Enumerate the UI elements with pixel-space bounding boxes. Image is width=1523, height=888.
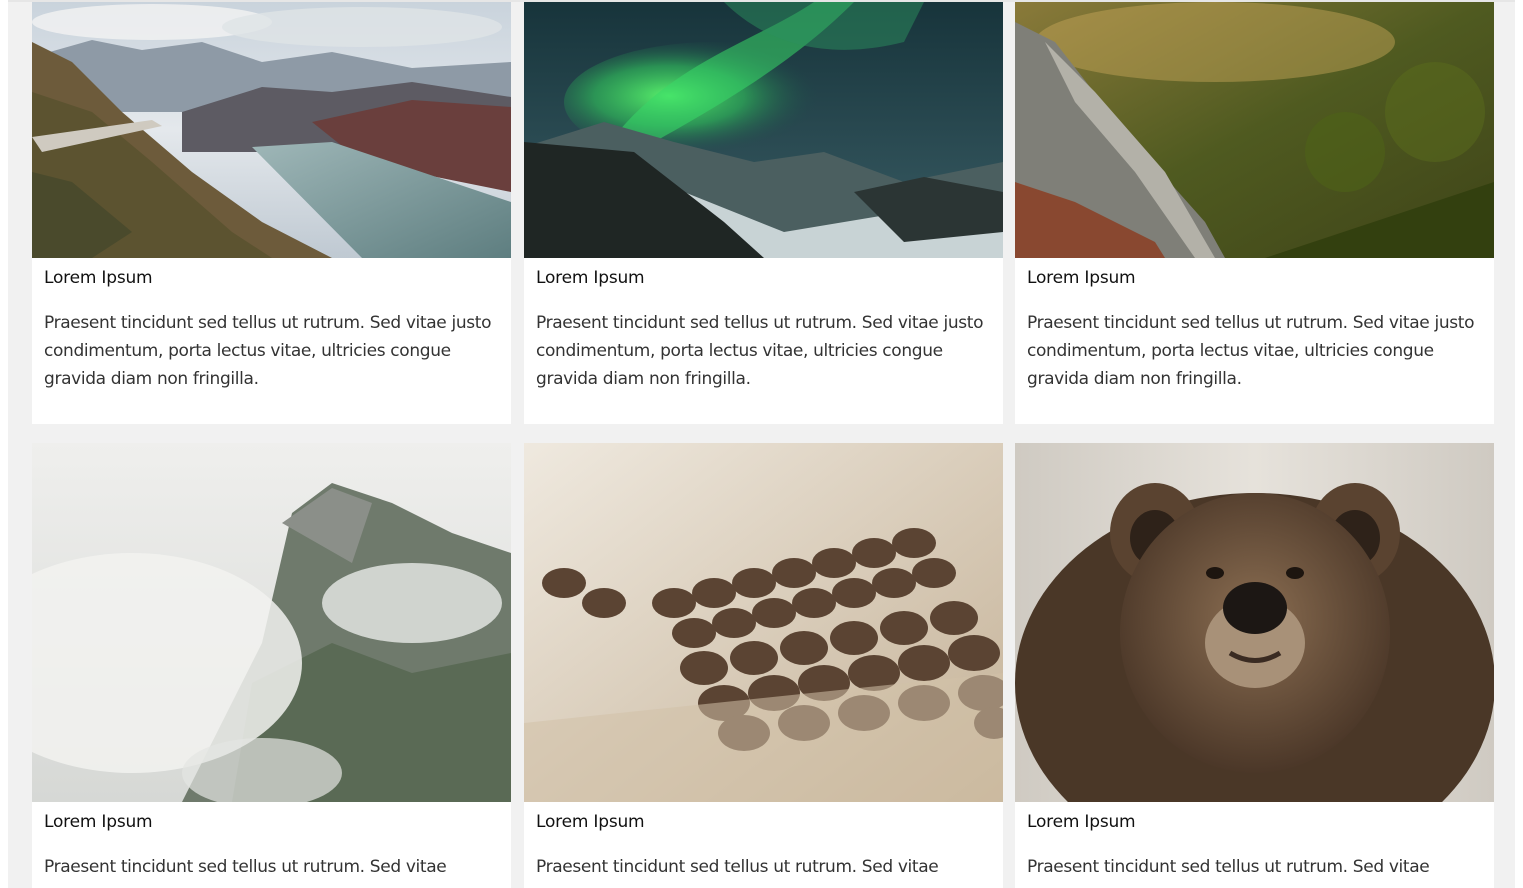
card-image-coffee-beans: [524, 443, 1003, 802]
card-image-brown-bear: [1015, 443, 1494, 802]
card-image-northern-lights: [524, 2, 1003, 258]
card-image-mountain-lake: [32, 2, 511, 258]
card[interactable]: Lorem Ipsum Praesent tincidunt sed tellu…: [32, 443, 511, 888]
left-gutter: [0, 0, 8, 888]
card-title: Lorem Ipsum: [1027, 812, 1136, 832]
card-title: Lorem Ipsum: [44, 812, 153, 832]
page: Lorem Ipsum Praesent tincidunt sed tellu…: [0, 0, 1523, 888]
card-grid: Lorem Ipsum Praesent tincidunt sed tellu…: [8, 2, 1515, 888]
card-title: Lorem Ipsum: [536, 268, 645, 288]
card-text: Praesent tincidunt sed tellus ut rutrum.…: [1027, 313, 1475, 389]
card-text: Praesent tincidunt sed tellus ut rutrum.…: [536, 857, 939, 877]
card-text: Praesent tincidunt sed tellus ut rutrum.…: [536, 313, 984, 389]
card-text: Praesent tincidunt sed tellus ut rutrum.…: [1027, 857, 1430, 877]
card-title: Lorem Ipsum: [536, 812, 645, 832]
card-text: Praesent tincidunt sed tellus ut rutrum.…: [44, 857, 447, 877]
card[interactable]: Lorem Ipsum Praesent tincidunt sed tellu…: [1015, 2, 1494, 424]
card[interactable]: Lorem Ipsum Praesent tincidunt sed tellu…: [524, 443, 1003, 888]
card-title: Lorem Ipsum: [44, 268, 153, 288]
scrollbar-track[interactable]: [1515, 0, 1523, 888]
card-text: Praesent tincidunt sed tellus ut rutrum.…: [44, 313, 492, 389]
card-title: Lorem Ipsum: [1027, 268, 1136, 288]
card-image-forest-waterfall: [1015, 2, 1494, 258]
card-image-misty-mountain: [32, 443, 511, 802]
card[interactable]: Lorem Ipsum Praesent tincidunt sed tellu…: [1015, 443, 1494, 888]
card[interactable]: Lorem Ipsum Praesent tincidunt sed tellu…: [32, 2, 511, 424]
card[interactable]: Lorem Ipsum Praesent tincidunt sed tellu…: [524, 2, 1003, 424]
